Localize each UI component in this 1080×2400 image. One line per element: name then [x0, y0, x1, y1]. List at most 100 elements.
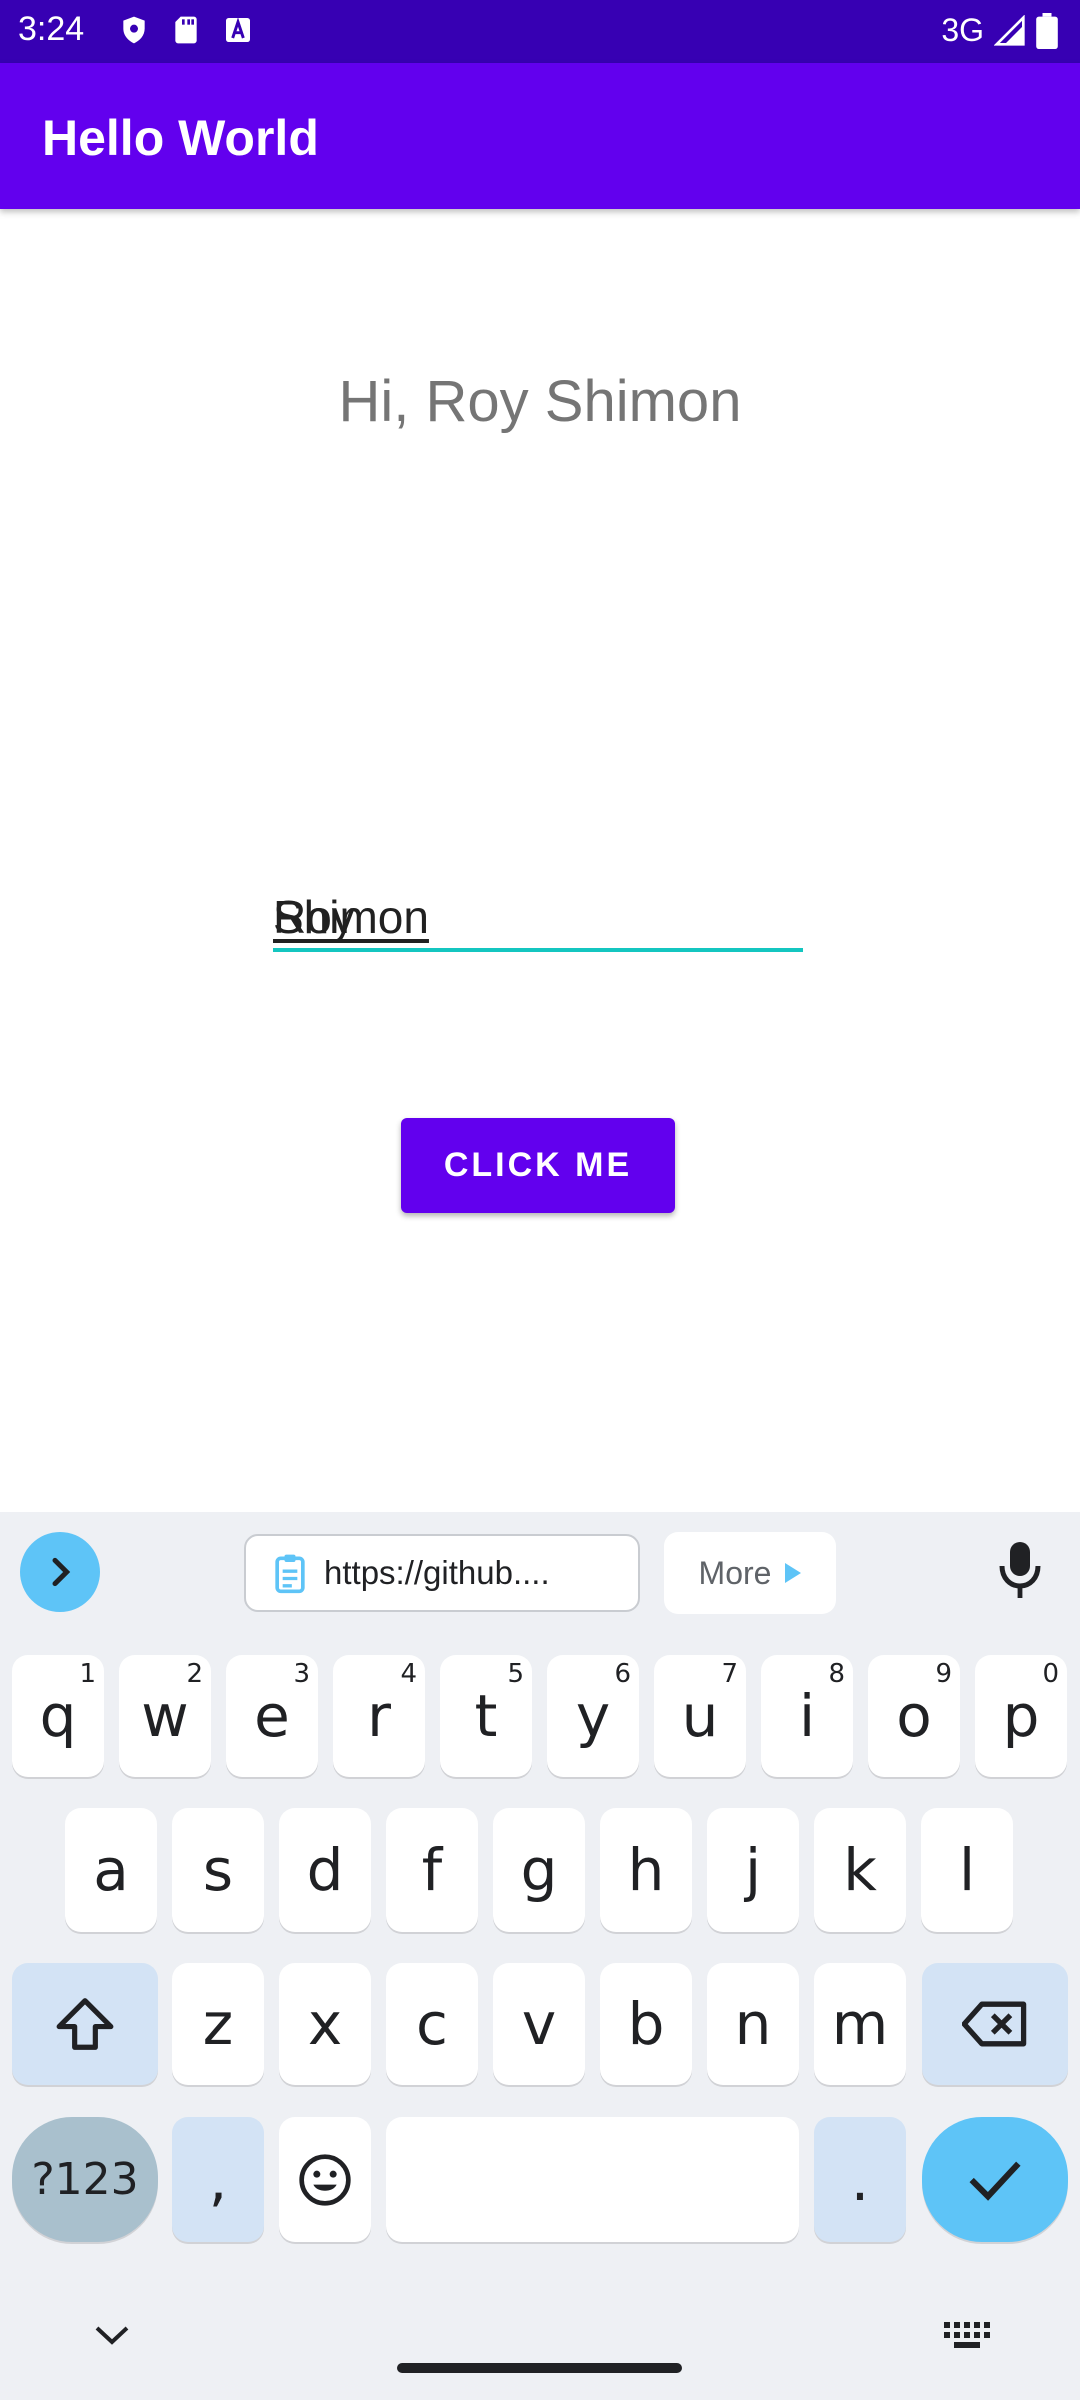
symbols-key-label: ?123 — [31, 2154, 139, 2205]
keyboard-switch-icon[interactable] — [944, 2322, 990, 2348]
clipboard-chip-text: https://github.... — [324, 1554, 550, 1591]
key-number-hint: 3 — [293, 1659, 310, 1689]
name-input[interactable]: Roy Shimon — [273, 862, 803, 952]
key-h[interactable]: h — [600, 1808, 692, 1932]
key-letter: a — [93, 1836, 129, 1904]
app-title: Hello World — [42, 110, 319, 166]
status-bar: 3:24 3G — [0, 0, 1080, 63]
key-letter: u — [681, 1682, 719, 1750]
home-indicator[interactable] — [397, 2363, 682, 2373]
status-time: 3:24 — [18, 10, 85, 48]
signal-icon — [994, 14, 1025, 46]
key-letter: p — [1002, 1682, 1040, 1750]
key-n[interactable]: n — [707, 1963, 799, 2085]
key-letter: j — [744, 1836, 762, 1904]
key-letter: q — [39, 1682, 77, 1750]
space-key[interactable] — [386, 2117, 799, 2242]
key-letter: g — [520, 1836, 558, 1904]
key-a[interactable]: a — [65, 1808, 157, 1932]
key-i[interactable]: i8 — [761, 1655, 853, 1777]
shift-key[interactable] — [12, 1963, 158, 2085]
shift-arrow-icon — [56, 1998, 114, 2050]
sd-card-icon — [175, 16, 197, 44]
key-letter: r — [367, 1682, 391, 1750]
key-letter: w — [141, 1682, 189, 1750]
more-chip[interactable]: More — [664, 1532, 836, 1614]
key-letter: f — [421, 1836, 443, 1904]
key-g[interactable]: g — [493, 1808, 585, 1932]
hide-keyboard-chevron-icon[interactable] — [95, 2326, 129, 2346]
key-y[interactable]: y6 — [547, 1655, 639, 1777]
enter-key[interactable] — [922, 2117, 1068, 2242]
backspace-key[interactable] — [922, 1963, 1068, 2085]
key-r[interactable]: r4 — [333, 1655, 425, 1777]
key-o[interactable]: o9 — [868, 1655, 960, 1777]
key-letter: b — [627, 1990, 665, 2058]
keyboard-expand-button[interactable] — [20, 1532, 100, 1612]
key-e[interactable]: e3 — [226, 1655, 318, 1777]
chevron-right-icon — [52, 1557, 71, 1587]
checkmark-icon — [969, 2161, 1021, 2201]
click-me-button[interactable]: CLICK ME — [401, 1118, 675, 1213]
text-a-icon — [226, 17, 250, 42]
key-t[interactable]: t5 — [440, 1655, 532, 1777]
key-letter: n — [734, 1990, 772, 2058]
key-number-hint: 7 — [721, 1659, 738, 1689]
key-letter: y — [575, 1682, 611, 1750]
key-number-hint: 2 — [186, 1659, 203, 1689]
key-s[interactable]: s — [172, 1808, 264, 1932]
key-u[interactable]: u7 — [654, 1655, 746, 1777]
keyboard: https://github.... More q1w2e3r4t5y6u7i8… — [0, 1512, 1080, 2400]
key-letter: o — [896, 1682, 932, 1750]
play-arrow-icon — [785, 1563, 802, 1583]
key-c[interactable]: c — [386, 1963, 478, 2085]
key-m[interactable]: m — [814, 1963, 906, 2085]
key-letter: x — [307, 1990, 343, 2058]
key-x[interactable]: x — [279, 1963, 371, 2085]
period-key[interactable]: . — [814, 2117, 906, 2242]
clipboard-icon — [275, 1554, 305, 1594]
key-letter: h — [627, 1836, 665, 1904]
key-j[interactable]: j — [707, 1808, 799, 1932]
symbols-key[interactable]: ?123 — [12, 2117, 158, 2242]
key-number-hint: 5 — [507, 1659, 524, 1689]
key-letter: s — [202, 1836, 234, 1904]
greeting-text: Hi, Roy Shimon — [338, 369, 742, 434]
key-q[interactable]: q1 — [12, 1655, 104, 1777]
key-v[interactable]: v — [493, 1963, 585, 2085]
network-type: 3G — [941, 12, 984, 48]
key-number-hint: 9 — [935, 1659, 952, 1689]
key-f[interactable]: f — [386, 1808, 478, 1932]
period-key-label: . — [850, 2145, 870, 2214]
emoji-key[interactable] — [279, 2117, 371, 2242]
key-number-hint: 0 — [1042, 1659, 1059, 1689]
key-z[interactable]: z — [172, 1963, 264, 2085]
clipboard-suggestion-chip[interactable]: https://github.... — [244, 1534, 640, 1612]
key-w[interactable]: w2 — [119, 1655, 211, 1777]
key-number-hint: 1 — [79, 1659, 96, 1689]
key-b[interactable]: b — [600, 1963, 692, 2085]
key-number-hint: 4 — [400, 1659, 417, 1689]
backspace-icon — [962, 2001, 1027, 2047]
battery-icon — [1036, 12, 1058, 49]
key-p[interactable]: p0 — [975, 1655, 1067, 1777]
key-number-hint: 8 — [828, 1659, 845, 1689]
emoji-icon — [299, 2153, 351, 2206]
microphone-icon[interactable] — [998, 1540, 1042, 1600]
key-letter: k — [843, 1836, 877, 1904]
key-letter: i — [798, 1682, 816, 1750]
key-letter: d — [306, 1836, 344, 1904]
key-letter: l — [958, 1836, 976, 1904]
comma-key[interactable]: , — [172, 2117, 264, 2242]
key-number-hint: 6 — [614, 1659, 631, 1689]
key-letter: z — [202, 1990, 234, 2058]
key-k[interactable]: k — [814, 1808, 906, 1932]
name-input-second: Shimon — [273, 891, 429, 943]
comma-key-label: , — [208, 2145, 228, 2214]
key-d[interactable]: d — [279, 1808, 371, 1932]
key-l[interactable]: l — [921, 1808, 1013, 1932]
shield-icon — [123, 16, 145, 44]
more-chip-label: More — [698, 1554, 772, 1591]
keyboard-suggestion-bar: https://github.... More — [0, 1512, 1080, 1632]
key-letter: e — [254, 1682, 290, 1750]
